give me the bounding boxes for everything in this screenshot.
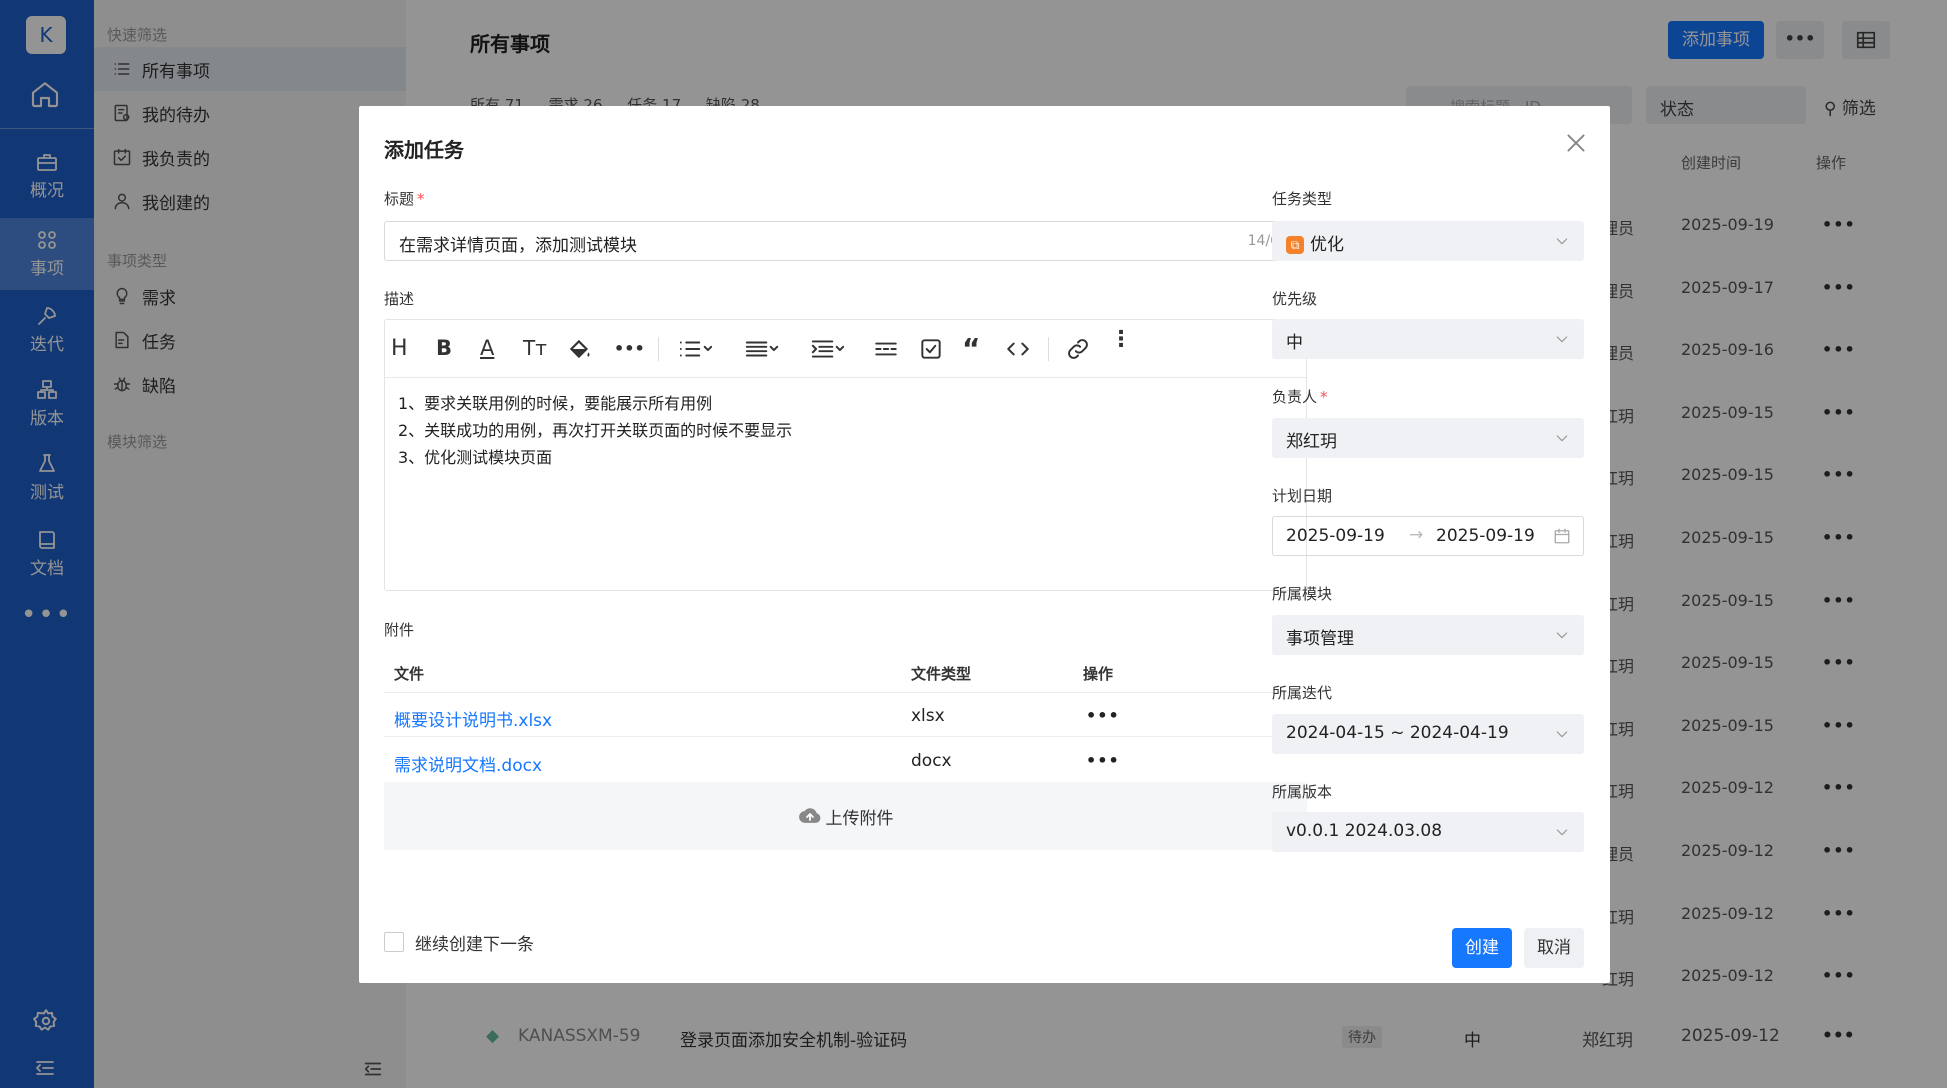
attachment-label: 附件 — [384, 621, 415, 639]
quote-icon[interactable]: “ — [962, 332, 980, 365]
task-type-select[interactable]: ⧉ 优化 — [1272, 221, 1584, 261]
attachment-more-icon[interactable]: ••• — [1086, 751, 1120, 770]
continue-create-checkbox[interactable] — [384, 932, 404, 952]
plan-end-date[interactable]: 2025-09-19 — [1436, 526, 1535, 546]
attachment-type: docx — [911, 751, 952, 771]
more-format-icon[interactable]: ••• — [614, 339, 645, 365]
module-select[interactable]: 事项管理 — [1272, 615, 1584, 655]
code-icon[interactable] — [1005, 336, 1031, 362]
attachment-link[interactable]: 概要设计说明书.xlsx — [394, 706, 552, 731]
bullet-list-icon[interactable] — [677, 336, 715, 362]
fill-color-icon[interactable] — [567, 336, 593, 362]
bold-icon[interactable]: B — [436, 336, 452, 362]
chevron-down-icon — [1556, 238, 1568, 245]
attachment-link[interactable]: 需求说明文档.docx — [394, 751, 542, 776]
task-type-label: 任务类型 — [1272, 190, 1333, 208]
chevron-down-icon — [1556, 731, 1568, 738]
chevron-down-icon — [1556, 435, 1568, 442]
attachment-col-action: 操作 — [1083, 665, 1114, 683]
plan-date-range[interactable]: 2025-09-19 → 2025-09-19 — [1272, 516, 1584, 556]
priority-value: 中 — [1286, 333, 1303, 353]
attachment-divider — [384, 692, 1307, 693]
more-vertical-icon[interactable]: ⋮ — [1110, 329, 1132, 362]
divider-line-icon[interactable] — [873, 336, 899, 362]
owner-select[interactable]: 郑红玥 — [1272, 418, 1584, 458]
description-line: 2、关联成功的用例，再次打开关联页面的时候不要显示 — [398, 421, 793, 440]
align-icon[interactable] — [743, 336, 781, 362]
toolbar-divider — [1048, 337, 1049, 361]
close-icon[interactable] — [1563, 130, 1589, 156]
calendar-icon — [1554, 528, 1570, 544]
module-label: 所属模块 — [1272, 585, 1333, 603]
module-value: 事项管理 — [1286, 629, 1354, 649]
font-size-icon[interactable]: Tт — [523, 336, 547, 362]
chevron-down-icon — [1556, 336, 1568, 343]
toolbar-divider — [658, 337, 659, 361]
priority-label: 优先级 — [1272, 290, 1318, 308]
priority-select[interactable]: 中 — [1272, 319, 1584, 359]
version-value: v0.0.1 2024.03.08 — [1286, 821, 1443, 841]
version-label: 所属版本 — [1272, 783, 1333, 801]
indent-icon[interactable] — [809, 336, 847, 362]
description-line: 3、优化测试模块页面 — [398, 448, 553, 467]
create-button[interactable]: 创建 — [1452, 928, 1512, 968]
attachment-col-file: 文件 — [394, 665, 425, 683]
link-icon[interactable] — [1065, 336, 1091, 362]
attachment-type: xlsx — [911, 706, 945, 726]
arrow-right-icon: → — [1409, 525, 1424, 545]
description-editor[interactable]: H B A Tт ••• “ ⋮ 1、要求关联用例的时候，要能展示所有用例 2、… — [384, 319, 1307, 591]
attachment-divider — [384, 736, 1307, 737]
font-color-icon[interactable]: A — [480, 336, 494, 362]
owner-label: 负责人 * — [1272, 388, 1328, 406]
continue-create-label[interactable]: 继续创建下一条 — [415, 930, 534, 955]
version-select[interactable]: v0.0.1 2024.03.08 — [1272, 812, 1584, 852]
title-input[interactable]: 在需求详情页面，添加测试模块 14/64 — [384, 221, 1307, 261]
editor-toolbar: H B A Tт ••• “ ⋮ — [385, 320, 1306, 378]
owner-value: 郑红玥 — [1286, 432, 1337, 452]
title-value: 在需求详情页面，添加测试模块 — [399, 236, 637, 256]
description-label: 描述 — [384, 290, 415, 308]
upload-attachment-button[interactable]: 上传附件 — [384, 782, 1307, 850]
sprint-value: 2024-04-15 ~ 2024-04-19 — [1286, 723, 1509, 743]
plan-start-date[interactable]: 2025-09-19 — [1286, 526, 1385, 546]
add-task-dialog: 添加任务 标题 * 在需求详情页面，添加测试模块 14/64 描述 H B A T… — [359, 106, 1610, 983]
chevron-down-icon — [1556, 829, 1568, 836]
sprint-select[interactable]: 2024-04-15 ~ 2024-04-19 — [1272, 714, 1584, 754]
plan-date-label: 计划日期 — [1272, 487, 1333, 505]
attachment-more-icon[interactable]: ••• — [1086, 706, 1120, 725]
checkbox-icon[interactable] — [918, 336, 944, 362]
optimize-icon: ⧉ — [1286, 236, 1304, 254]
sprint-label: 所属迭代 — [1272, 684, 1333, 702]
heading-icon[interactable]: H — [391, 336, 408, 362]
cancel-button[interactable]: 取消 — [1524, 928, 1584, 968]
description-line: 1、要求关联用例的时候，要能展示所有用例 — [398, 394, 713, 413]
upload-label: 上传附件 — [825, 808, 894, 829]
attachment-col-type: 文件类型 — [911, 665, 972, 683]
dialog-title: 添加任务 — [384, 138, 464, 162]
task-type-value: 优化 — [1310, 235, 1344, 255]
cloud-upload-icon — [798, 808, 820, 823]
title-label: 标题 * — [384, 190, 425, 208]
chevron-down-icon — [1556, 632, 1568, 639]
